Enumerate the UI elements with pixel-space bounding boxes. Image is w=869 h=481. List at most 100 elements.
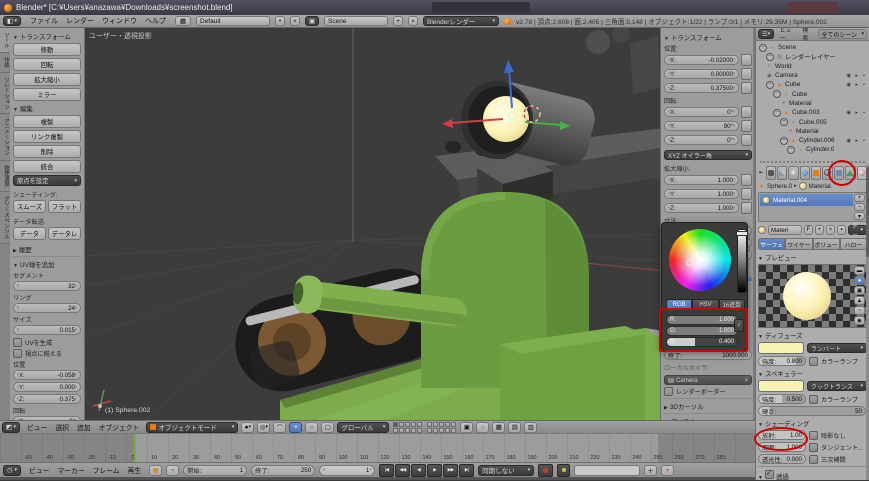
outliner-row[interactable]: ◐World: [756, 62, 869, 71]
outliner-scrollbar[interactable]: [760, 157, 865, 163]
npanel-scale-field[interactable]: ‹Z:1.000›: [664, 203, 739, 213]
preview-hair-button[interactable]: ~: [854, 306, 865, 315]
topbar-menu-1[interactable]: レンダー: [62, 16, 98, 26]
transfer-button-1[interactable]: データレ: [48, 227, 81, 240]
edit-button-2[interactable]: 削除: [13, 145, 81, 158]
preview-flat-button[interactable]: ▬: [854, 266, 865, 275]
timeline-editor-type-button[interactable]: ◷▾: [3, 465, 21, 476]
shading-button-1[interactable]: フラット: [48, 200, 81, 213]
npanel-scale-field[interactable]: ‹Y:1.000›: [664, 189, 739, 199]
screen-layout-field[interactable]: Default: [196, 16, 270, 26]
tab-relations[interactable]: リレーション: [0, 73, 10, 114]
layer-cell-7[interactable]: [405, 428, 410, 433]
expand-toggle-icon[interactable]: –: [780, 137, 788, 145]
diffuse-intensity-slider[interactable]: 強度:0.800: [758, 356, 806, 366]
value-slider-handle[interactable]: [736, 231, 748, 236]
material-slot-selected[interactable]: Material.004: [760, 194, 853, 206]
lock-time-icon[interactable]: ▫: [166, 465, 179, 476]
selectable-icon[interactable]: ▸: [855, 82, 858, 88]
viewport-menu-3[interactable]: オブジェクト: [95, 422, 144, 432]
transfer-button-0[interactable]: データ: [13, 227, 46, 240]
playback-button-1[interactable]: ◀◀: [395, 464, 410, 477]
transform-button-3[interactable]: ミラー: [13, 88, 81, 101]
playback-button-2[interactable]: ◀: [411, 464, 426, 477]
insert-keyframe-button[interactable]: ＋: [644, 465, 657, 476]
tab-physics[interactable]: 物理演算: [0, 161, 10, 192]
preview-cube-button[interactable]: ▣: [854, 286, 865, 295]
end-frame-field[interactable]: 終了:250: [251, 465, 315, 476]
slot-remove-button[interactable]: −: [854, 203, 865, 211]
layer-cell-0[interactable]: [427, 422, 432, 427]
record-button[interactable]: [538, 464, 553, 477]
expand-toggle-icon[interactable]: –: [766, 81, 774, 89]
transform-button-1[interactable]: 回転: [13, 58, 81, 71]
green-slider[interactable]: G:1.000: [666, 326, 738, 336]
layer-cell-4[interactable]: [417, 422, 422, 427]
selectable-icon[interactable]: ▸: [855, 73, 858, 79]
layer-cell-5[interactable]: [427, 428, 432, 433]
npanel-rotation-field[interactable]: ‹Y:90°›: [664, 121, 739, 131]
specular-shader-dropdown[interactable]: クックトランス▾: [807, 381, 867, 391]
keying-set-input[interactable]: [574, 465, 640, 476]
tangent-checkbox[interactable]: タンジェント...: [809, 443, 863, 452]
ambient-slider[interactable]: 周囲:1.000: [758, 442, 806, 452]
slot-add-button[interactable]: +: [854, 194, 865, 202]
tab-object[interactable]: [811, 166, 821, 180]
tab-rgb[interactable]: RGB: [666, 299, 692, 310]
transform-button-2[interactable]: 拡大縮小: [13, 73, 81, 86]
topbar-menu-2[interactable]: ウィンドウ: [98, 16, 141, 26]
tab-grease-pencil[interactable]: グリースペンシル: [0, 192, 10, 244]
npanel-rotation-field[interactable]: ‹Z:0°›: [664, 135, 739, 145]
type-halo[interactable]: ハロー: [840, 238, 867, 250]
edit-button-3[interactable]: 統合: [13, 160, 81, 173]
lock-toggle-icon[interactable]: [741, 106, 752, 118]
tab-create[interactable]: 作成: [0, 53, 10, 73]
layer-cell-1[interactable]: [433, 422, 438, 427]
lock-toggle-icon[interactable]: [741, 134, 752, 146]
lock-toggle-icon[interactable]: [741, 68, 752, 80]
outliner-row[interactable]: –▲Cube: [756, 89, 869, 98]
tab-render[interactable]: [766, 166, 776, 180]
pin-icon[interactable]: ▪: [837, 225, 846, 235]
diffuse-panel-header[interactable]: ▼ディフューズ: [758, 331, 867, 340]
layer-cell-2[interactable]: [405, 422, 410, 427]
data-link-dropdown[interactable]: デー▾: [848, 225, 867, 235]
proportional-edit-icon[interactable]: ◌: [476, 422, 489, 433]
transform-button-0[interactable]: 移動: [13, 43, 81, 56]
selectable-icon[interactable]: ▸: [855, 138, 858, 144]
timeline-menu-1[interactable]: マーカー: [53, 465, 88, 475]
outliner-row[interactable]: ●Material: [756, 127, 869, 136]
playback-button-0[interactable]: |◀: [379, 464, 394, 477]
layer-cell-3[interactable]: [411, 422, 416, 427]
timeline-tracks[interactable]: -50-40-30-20-100102030405060708090100110…: [0, 434, 755, 462]
segments-field[interactable]: ‹32›: [13, 281, 81, 291]
panel-header-history[interactable]: ▶履歴: [13, 245, 81, 254]
npanel-location-field[interactable]: ‹Z:0.37500›: [664, 83, 739, 93]
red-slider[interactable]: R:1.000: [666, 315, 738, 325]
material-name-field[interactable]: Materi: [768, 225, 802, 235]
outliner-filter-dropdown[interactable]: 全てのシーン▾: [818, 29, 867, 39]
specular-ramp-checkbox[interactable]: カラーランプ: [809, 395, 858, 404]
shading-button-0[interactable]: スムーズ: [13, 200, 46, 213]
outliner-row[interactable]: –▲Cylinder.0: [756, 145, 869, 154]
visibility-icon[interactable]: ◉: [846, 82, 851, 88]
panel-header-edit[interactable]: ▼編集: [13, 104, 81, 113]
delete-keyframe-button[interactable]: ×: [661, 465, 674, 476]
npanel-rotation-field[interactable]: ‹X:0°›: [664, 107, 739, 117]
blue-slider[interactable]: B:0.400: [666, 337, 738, 347]
expand-toggle-icon[interactable]: –: [780, 118, 788, 126]
clip-end-field[interactable]: 終了:1000.000: [664, 350, 752, 360]
lock-modes-icon[interactable]: ▣: [460, 422, 473, 433]
outliner-row[interactable]: –▲Cylinder.006◉▸▪: [756, 136, 869, 145]
renderable-icon[interactable]: ▪: [863, 110, 865, 116]
pivot-point-dropdown[interactable]: ◎▾: [257, 422, 270, 433]
unlink-material-button[interactable]: ×: [826, 225, 835, 235]
layer-cell-4[interactable]: [451, 422, 456, 427]
npanel-location-field[interactable]: ‹Y:0.00000›: [664, 69, 739, 79]
layer-cell-1[interactable]: [399, 422, 404, 427]
tab-hex[interactable]: 16進数: [719, 299, 745, 310]
timeline-menu-3[interactable]: 再生: [124, 465, 146, 475]
layer-cell-8[interactable]: [411, 428, 416, 433]
outliner-row[interactable]: ◉Camera◉▸▪: [756, 71, 869, 80]
manipulator-scale-icon[interactable]: ▢: [321, 422, 334, 433]
